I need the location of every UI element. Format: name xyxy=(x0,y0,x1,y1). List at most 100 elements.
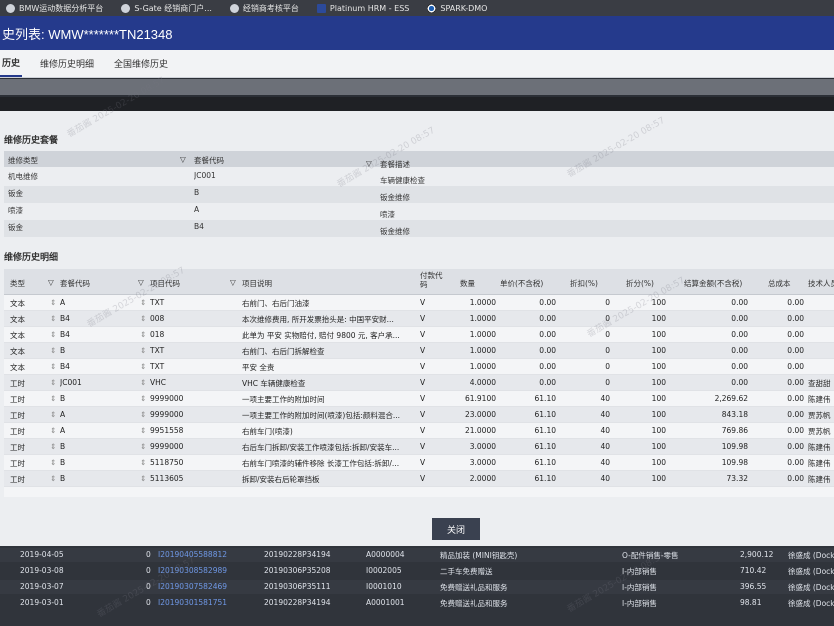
detail-row[interactable]: 工时 B ⇕ 9999000 ⇕ 一项主要工作的附加时间 V 61.9100 61.10 40 10… xyxy=(4,391,834,407)
col-header[interactable]: 技术人员 xyxy=(808,278,834,289)
bookmark-label: 经销商考核平台 xyxy=(242,3,299,13)
filter-icon[interactable]: ▽ xyxy=(180,155,186,164)
detail-cell: 0 xyxy=(605,378,610,387)
detail-row[interactable]: 工时 B ⇕ 5113605 ⇕ 拆卸/安装右后轮罩挡板 V 2.0000 61.10 40 100… xyxy=(4,471,834,487)
detail-cell: 0.00 xyxy=(787,426,804,435)
col-header[interactable]: 折扣(%) xyxy=(570,278,610,289)
package-cell: 钣金维修 xyxy=(380,193,410,202)
background-row[interactable]: 2019-04-05 0 I20190405588812 20190228P34194… xyxy=(0,548,834,562)
detail-row[interactable]: 工时 JC001 ⇕ VHC ⇕ VHC 车辆健康检查 V 4.0000 0.00 0 100 0.0… xyxy=(4,375,834,391)
package-row[interactable]: 喷漆 A 喷漆 xyxy=(4,203,834,220)
background-row[interactable]: 2019-03-07 0 I20190307582469 20190306P35111… xyxy=(0,580,834,594)
detail-row[interactable]: 工时 A ⇕ 9999000 ⇕ 一项主要工作的附加时间(喷漆)包括:颜料混合... V 23… xyxy=(4,407,834,423)
bookmark-item[interactable]: 经销商考核平台 xyxy=(229,3,299,14)
detail-cell: 73.32 xyxy=(726,474,748,483)
col-header[interactable]: 总成本 xyxy=(768,278,804,289)
filter-icon[interactable]: ▽ xyxy=(230,278,236,287)
col-header[interactable]: 折分(%) xyxy=(626,278,666,289)
background-cell: I0001010 xyxy=(366,582,402,591)
filter-icon[interactable]: ▽ xyxy=(138,278,144,287)
detail-cell: 右前车门喷漆的辅件移除 长漆工作包括:拆卸/... xyxy=(242,459,400,468)
col-header[interactable]: 结算金额(不含税) xyxy=(684,278,758,289)
detail-row[interactable]: 工时 A ⇕ 9951558 ⇕ 右前车门(喷漆) V 21.0000 61.10 40 100 76… xyxy=(4,423,834,439)
detail-row[interactable]: 文本 B4 ⇕ 008 ⇕ 本次维修费用, 所开发票抬头是: 中国平安财... V 1.000… xyxy=(4,311,834,327)
detail-cell: A xyxy=(60,426,66,435)
header-strip xyxy=(0,97,834,111)
invoice-link[interactable]: I20190405588812 xyxy=(158,550,227,559)
detail-cell: 5118750 xyxy=(150,458,184,467)
detail-row[interactable]: 文本 B4 ⇕ TXT ⇕ 平安 全责 V 1.0000 0.00 0 100 0.00 0.00 xyxy=(4,359,834,375)
detail-row[interactable]: 工时 B ⇕ 9999000 ⇕ 右后车门拆卸/安装工作喷漆包括:拆卸/安装车... V 3.… xyxy=(4,439,834,455)
detail-cell: A xyxy=(60,410,66,419)
sort-arrows-icon: ⇕ xyxy=(50,410,57,419)
bookmark-item[interactable]: S-Gate 经销商门户... xyxy=(121,3,212,14)
detail-cell: B xyxy=(60,346,66,355)
background-row[interactable]: 2019-03-08 0 I20190308582989 20190306P35208… xyxy=(0,564,834,578)
col-header[interactable]: 项目代码 xyxy=(150,278,230,289)
sort-arrows-icon: ⇕ xyxy=(140,298,147,307)
package-row[interactable]: 钣金 B4 钣金维修 xyxy=(4,220,834,237)
col-header[interactable]: 数量 xyxy=(460,278,496,289)
detail-cell: V xyxy=(420,394,426,403)
sort-arrows-icon: ⇕ xyxy=(50,346,57,355)
filter-icon[interactable]: ▽ xyxy=(48,278,54,287)
invoice-link[interactable]: I20190307582469 xyxy=(158,582,227,591)
detail-cell: 文本 xyxy=(10,331,25,340)
col-header[interactable]: 单价(不含税) xyxy=(500,278,556,289)
background-cell: 2019-03-08 xyxy=(20,566,64,575)
col-header[interactable]: 项目说明 xyxy=(242,278,412,289)
package-section-title: 维修历史套餐 xyxy=(4,136,59,146)
invoice-link[interactable]: I20190308582989 xyxy=(158,566,227,575)
package-table-header: 维修类型 ▽ 套餐代码 ▽ 套餐描述 xyxy=(4,151,834,169)
detail-cell: 100 xyxy=(651,394,666,403)
detail-cell: B xyxy=(60,394,66,403)
bookmark-item[interactable]: SPARK-DMO xyxy=(427,3,487,13)
detail-cell: TXT xyxy=(150,346,165,355)
package-row[interactable]: 机电维修 JC001 车辆健康检查 xyxy=(4,169,834,186)
col-header[interactable]: 类型 xyxy=(10,278,50,289)
detail-cell: 工时 xyxy=(10,475,25,484)
bookmark-item[interactable]: BMW运动数据分析平台 xyxy=(6,3,103,14)
detail-cell: 0.00 xyxy=(787,474,804,483)
bookmark-item[interactable]: Platinum HRM - ESS xyxy=(316,3,409,13)
detail-cell: 1.0000 xyxy=(469,362,496,371)
detail-cell: V xyxy=(420,362,426,371)
tab-national-history[interactable]: 全国维修历史 xyxy=(112,51,170,76)
detail-cell: V xyxy=(420,458,426,467)
detail-cell: JC001 xyxy=(60,378,82,387)
detail-cell: 文本 xyxy=(10,347,25,356)
detail-cell: 0.00 xyxy=(787,314,804,323)
detail-cell: 陈建伟 xyxy=(808,475,831,484)
detail-row[interactable]: 文本 B4 ⇕ 018 ⇕ 此单为 平安 实物赔付, 赔付 9800 元, 客户承... V… xyxy=(4,327,834,343)
detail-cell: 工时 xyxy=(10,411,25,420)
col-header[interactable]: 付款代码 xyxy=(420,271,444,289)
detail-cell: 21.0000 xyxy=(464,426,496,435)
detail-cell: 0 xyxy=(605,346,610,355)
detail-row[interactable]: 工时 B ⇕ 5118750 ⇕ 右前车门喷漆的辅件移除 长漆工作包括:拆卸/... V 3.… xyxy=(4,455,834,471)
invoice-link[interactable]: I20190301581751 xyxy=(158,598,227,607)
detail-cell: V xyxy=(420,442,426,451)
background-cell: 徐盛成 (Dock xyxy=(788,599,834,608)
detail-cell: 工时 xyxy=(10,395,25,404)
detail-row[interactable]: 文本 B ⇕ TXT ⇕ 右前门、右后门拆解检查 V 1.0000 0.00 0 100 0.00 0.… xyxy=(4,343,834,359)
detail-row[interactable]: 文本 A ⇕ TXT ⇕ 右前门、右后门油漆 V 1.0000 0.00 0 100 0.00 0.00 xyxy=(4,295,834,311)
background-row[interactable]: 2019-03-01 0 I20190301581751 20190228P34194… xyxy=(0,596,834,610)
close-button[interactable]: 关闭 xyxy=(432,518,480,540)
tab-history[interactable]: 历史 xyxy=(0,50,23,77)
col-header[interactable]: 套餐代码 xyxy=(60,278,140,289)
detail-cell: 贾苏帆 xyxy=(808,411,831,420)
sort-arrows-icon: ⇕ xyxy=(140,314,147,323)
package-cell: 车辆健康检查 xyxy=(380,176,425,185)
detail-cell: 9999000 xyxy=(150,442,184,451)
col-header-repair-type: 维修类型 xyxy=(8,156,38,165)
background-cell: A0000004 xyxy=(366,550,405,559)
background-cell: A0001001 xyxy=(366,598,405,607)
detail-cell: 0.00 xyxy=(787,394,804,403)
web-icon xyxy=(6,3,15,13)
tab-history-detail[interactable]: 维修历史明细 xyxy=(38,51,96,76)
filter-icon[interactable]: ▽ xyxy=(366,159,372,168)
hrm-icon xyxy=(316,3,326,13)
detail-cell: 工时 xyxy=(10,459,25,468)
detail-cell: 一项主要工作的附加时间(喷漆)包括:颜料混合... xyxy=(242,411,401,420)
package-row[interactable]: 钣金 B 钣金维修 xyxy=(4,186,834,203)
